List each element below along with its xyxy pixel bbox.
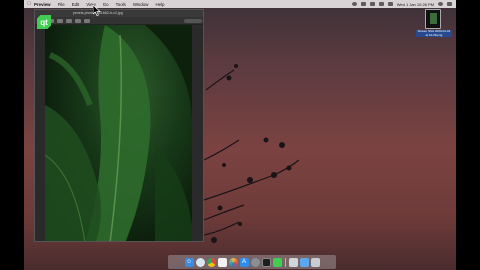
photos-icon[interactable]: [228, 257, 238, 267]
menu-tools[interactable]: Tools: [116, 2, 126, 7]
calendar-icon[interactable]: [217, 257, 227, 267]
menu-help[interactable]: Help: [155, 2, 164, 7]
wifi-icon[interactable]: [369, 2, 375, 6]
trash-icon[interactable]: [310, 257, 320, 267]
window-left-margin: [35, 25, 45, 241]
battery-icon[interactable]: [387, 2, 393, 6]
menu-edit[interactable]: Edit: [72, 2, 80, 7]
preview-icon[interactable]: [288, 257, 298, 267]
preview-window: pexels-photo-1001682-b-v2.jpg: [34, 9, 204, 242]
search-input[interactable]: [184, 18, 202, 23]
window-right-margin: [192, 25, 203, 241]
markup-icon[interactable]: [75, 18, 81, 23]
safari-icon[interactable]: [195, 257, 205, 267]
dock: ☺ A: [168, 255, 336, 269]
status-icon-1[interactable]: [351, 2, 357, 6]
chrome-icon[interactable]: [206, 257, 216, 267]
appstore-icon[interactable]: A: [239, 257, 249, 267]
file-thumbnail: [430, 13, 437, 24]
apple-menu-icon[interactable]: : [24, 1, 34, 7]
window-titlebar[interactable]: pexels-photo-1001682-b-v2.jpg: [35, 10, 203, 17]
menu-go[interactable]: Go: [103, 2, 109, 7]
qt-creator-icon[interactable]: [272, 257, 282, 267]
mouse-cursor-icon: [93, 5, 101, 16]
left-letterbox: [0, 0, 24, 270]
desktop-screen:  Preview File Edit View Go Tools Window…: [24, 0, 456, 270]
spotlight-icon[interactable]: [438, 2, 443, 6]
share-icon[interactable]: [66, 18, 72, 23]
desktop-file-icon[interactable]: [425, 9, 441, 29]
menu-window[interactable]: Window: [133, 2, 149, 7]
menu-bar:  Preview File Edit View Go Tools Window…: [24, 0, 456, 8]
volume-icon[interactable]: [378, 2, 384, 6]
menu-clock[interactable]: Wed 1 Jan 10:28 PM: [397, 2, 434, 7]
folder-icon[interactable]: [299, 257, 309, 267]
window-toolbar: [35, 17, 203, 24]
finder-icon[interactable]: ☺: [184, 257, 194, 267]
qt-logo: qt: [37, 15, 51, 29]
desktop-file-label[interactable]: Screen Shot 2020-01-01 at 10.28.png: [416, 29, 452, 38]
dock-separator: [284, 257, 286, 267]
menu-app-name[interactable]: Preview: [34, 2, 51, 7]
status-area: Wed 1 Jan 10:28 PM: [351, 0, 452, 8]
leaf-shapes: [45, 25, 192, 241]
terminal-icon[interactable]: [261, 257, 271, 267]
right-letterbox: [456, 0, 480, 270]
preferences-icon[interactable]: [250, 257, 260, 267]
notification-icon[interactable]: [447, 2, 452, 6]
menu-file[interactable]: File: [58, 2, 65, 7]
leaf-photo: [45, 25, 192, 241]
rotate-icon[interactable]: [84, 18, 90, 23]
zoom-in-icon[interactable]: [57, 18, 63, 23]
status-icon-2[interactable]: [360, 2, 366, 6]
